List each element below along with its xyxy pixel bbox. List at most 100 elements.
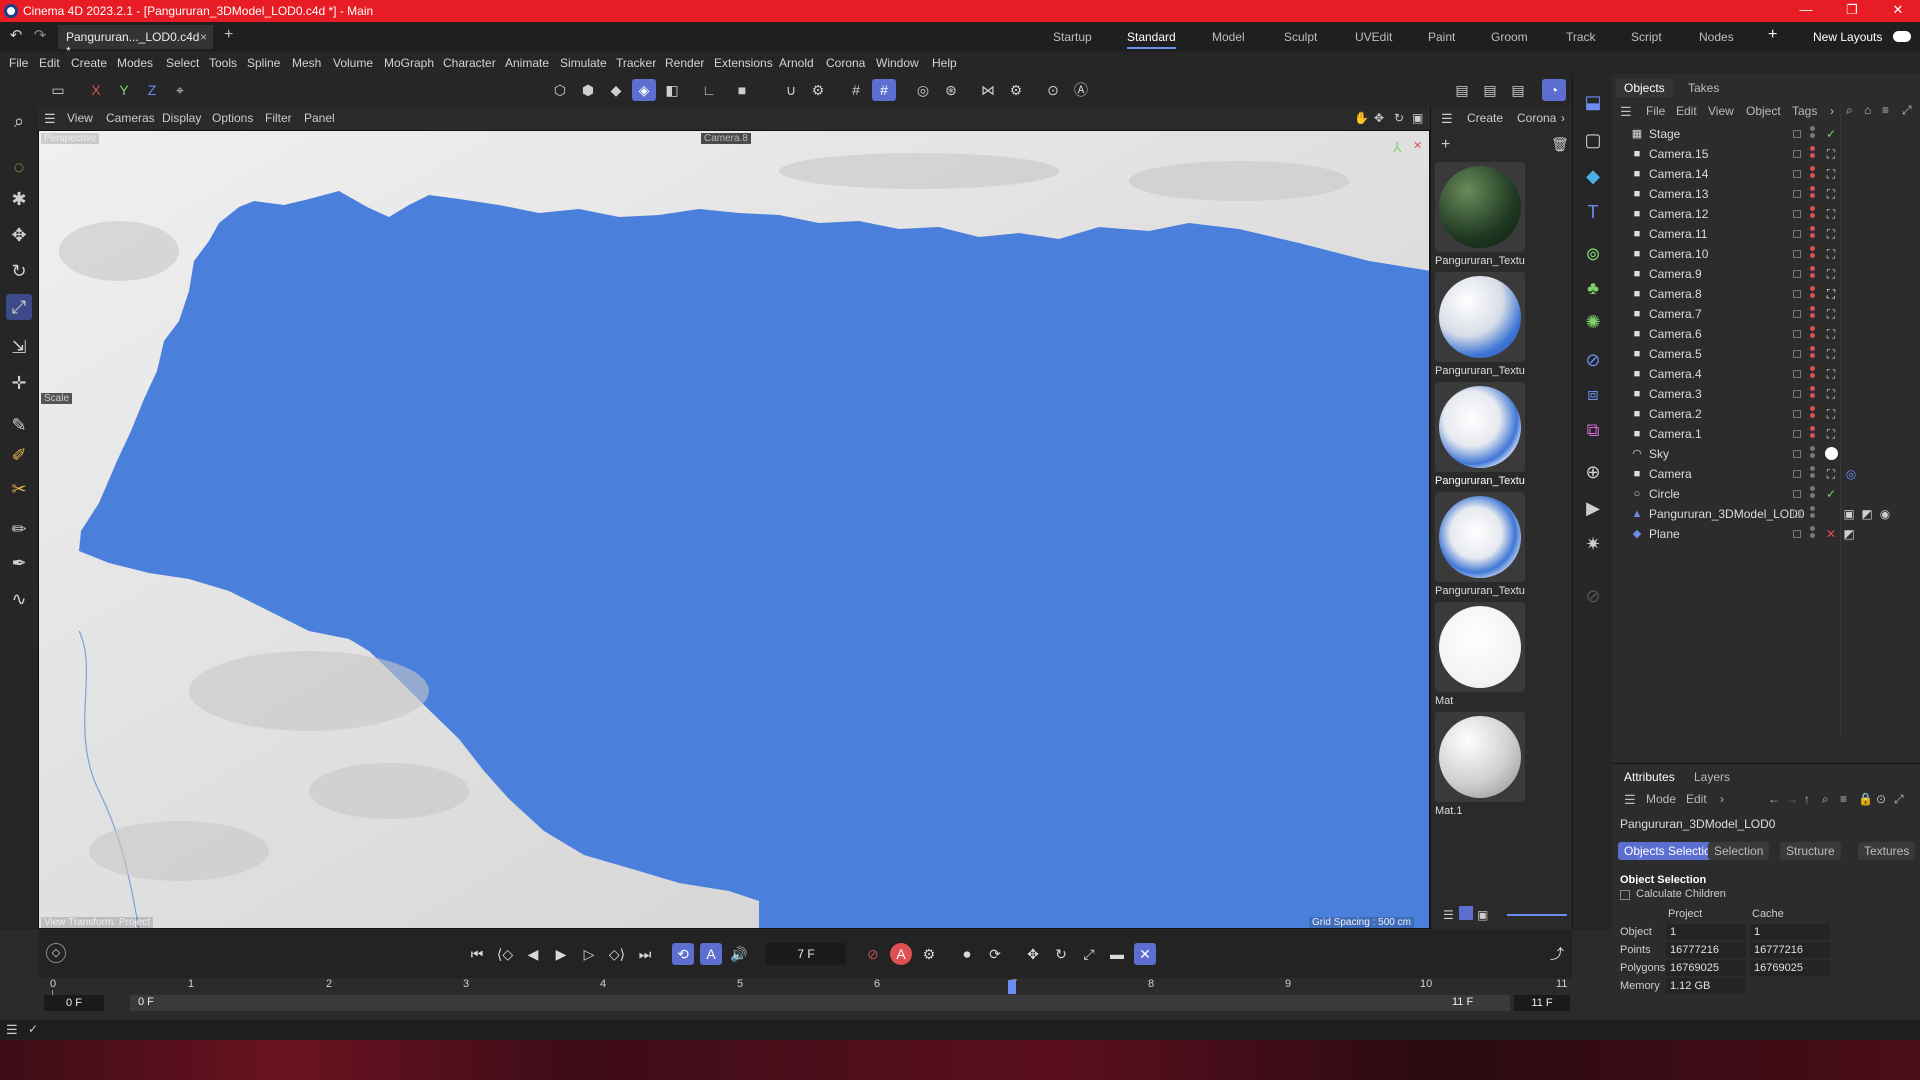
visibility-toggle[interactable]: [1793, 530, 1801, 538]
cloner-icon[interactable]: ♣: [1579, 274, 1607, 302]
attributes-filter-icon[interactable]: ≡: [1834, 790, 1853, 808]
live-selection-icon[interactable]: ◌: [6, 154, 32, 180]
object-row-camera-7[interactable]: ■ Camera.7 ⛶: [1612, 304, 1920, 324]
menu-volume[interactable]: Volume: [333, 56, 373, 70]
menu-simulate[interactable]: Simulate: [560, 56, 607, 70]
editor-render-dots[interactable]: [1810, 366, 1815, 381]
camera-create-icon[interactable]: ▶: [1579, 494, 1607, 522]
layout-model[interactable]: Model: [1212, 30, 1245, 44]
object-row-camera-14[interactable]: ■ Camera.14 ⛶: [1612, 164, 1920, 184]
editor-render-dots[interactable]: [1810, 286, 1815, 301]
visibility-toggle[interactable]: [1793, 390, 1801, 398]
status-hamburger-icon[interactable]: ☰: [6, 1022, 18, 1038]
go-to-start-icon[interactable]: ⏮: [466, 943, 488, 965]
editor-render-dots[interactable]: [1810, 506, 1815, 521]
target-tag-icon[interactable]: ⛶: [1824, 347, 1838, 362]
deformer-icon[interactable]: ✺: [1579, 308, 1607, 336]
viewport-menu-cameras[interactable]: Cameras: [106, 111, 155, 125]
object-row-camera-8[interactable]: ■ Camera.8 ⛶: [1612, 284, 1920, 304]
active-camera-label[interactable]: Camera.8: [701, 133, 751, 144]
editor-render-dots[interactable]: [1810, 306, 1815, 321]
visibility-toggle[interactable]: [1793, 290, 1801, 298]
position-key-icon[interactable]: ✥: [1022, 943, 1044, 965]
object-row-camera[interactable]: ■ Camera ⛶ ◎: [1612, 464, 1920, 484]
material-tag-icon[interactable]: ◩: [1842, 527, 1856, 541]
target-tag-icon[interactable]: ⛶: [1824, 147, 1838, 162]
menu-character[interactable]: Character: [443, 56, 496, 70]
visibility-toggle[interactable]: [1793, 150, 1801, 158]
editor-render-dots[interactable]: [1810, 146, 1815, 161]
layout-toggle-switch[interactable]: [1893, 31, 1911, 42]
editor-render-dots[interactable]: [1810, 326, 1815, 341]
keyframe-icon[interactable]: ◇: [46, 943, 66, 963]
status-check-icon[interactable]: ✓: [28, 1022, 38, 1036]
material-menu-create[interactable]: Create: [1467, 111, 1503, 125]
previous-key-icon[interactable]: ⟨◇: [494, 943, 516, 965]
viewport-menu-panel[interactable]: Panel: [304, 111, 335, 125]
auto-mode-icon[interactable]: Ⓐ: [1069, 79, 1093, 101]
document-tab[interactable]: Pangururan..._LOD0.c4d * ×: [58, 25, 213, 58]
go-to-end-icon[interactable]: ⏭: [634, 943, 656, 965]
objects-menu-view[interactable]: View: [1708, 104, 1734, 118]
attributes-menu-mode[interactable]: Mode: [1640, 790, 1682, 808]
editor-render-dots[interactable]: [1810, 266, 1815, 281]
menu-window[interactable]: Window: [876, 56, 919, 70]
visibility-toggle[interactable]: [1793, 130, 1801, 138]
tab-attributes[interactable]: Attributes: [1618, 768, 1681, 786]
attributes-hamburger-icon[interactable]: ☰: [1618, 790, 1642, 810]
generator-icon[interactable]: ⊚: [1579, 240, 1607, 268]
layout-track[interactable]: Track: [1566, 30, 1596, 44]
objects-menu-file[interactable]: File: [1646, 104, 1665, 118]
scale-tool-icon[interactable]: ⤢: [6, 294, 32, 320]
visibility-toggle[interactable]: [1793, 470, 1801, 478]
visibility-toggle[interactable]: [1793, 450, 1801, 458]
delete-material-icon[interactable]: 🗑: [1551, 136, 1569, 153]
undo-icon[interactable]: ↶: [4, 25, 28, 47]
interactive-render-icon[interactable]: ◔: [1542, 79, 1566, 101]
menu-tools[interactable]: Tools: [209, 56, 237, 70]
model-mode-icon[interactable]: ▭: [46, 79, 70, 101]
disabled-tag-icon[interactable]: ✕: [1824, 527, 1838, 541]
object-row-camera-1[interactable]: ■ Camera.1 ⛶: [1612, 424, 1920, 444]
visibility-toggle[interactable]: [1793, 510, 1801, 518]
object-row-camera-9[interactable]: ■ Camera.9 ⛶: [1612, 264, 1920, 284]
visibility-toggle[interactable]: [1793, 250, 1801, 258]
cube-create-icon[interactable]: ⬓: [1579, 88, 1607, 116]
objects-filter-icon[interactable]: ≡: [1882, 103, 1889, 117]
lock-z-axis-button[interactable]: Z: [140, 79, 164, 101]
rotation-key-icon[interactable]: ↻: [1050, 943, 1072, 965]
knife-tool-icon[interactable]: ✂: [6, 476, 32, 502]
attributes-more-icon[interactable]: ›: [1714, 790, 1730, 808]
objects-hamburger-icon[interactable]: ☰: [1620, 104, 1632, 120]
material-sphere-tag-icon[interactable]: ◉: [1878, 507, 1892, 521]
tab-layers[interactable]: Layers: [1688, 768, 1736, 786]
material-item[interactable]: Pangururan_Textu: [1435, 492, 1527, 597]
target-tag-icon[interactable]: ⛶: [1824, 307, 1838, 322]
menu-corona[interactable]: Corona: [826, 56, 865, 70]
menu-render[interactable]: Render: [665, 56, 704, 70]
sound-icon[interactable]: 🔊: [728, 943, 750, 965]
render-settings-icon[interactable]: ▤: [1506, 79, 1530, 101]
layout-nodes[interactable]: Nodes: [1699, 30, 1734, 44]
timeline-graph-icon[interactable]: ⤴: [1546, 943, 1568, 965]
objects-menu-object[interactable]: Object: [1746, 104, 1781, 118]
editor-render-dots[interactable]: [1810, 126, 1815, 141]
environment-icon[interactable]: ⊕: [1579, 458, 1607, 486]
camera-target-tag-icon[interactable]: ◎: [1844, 467, 1858, 481]
material-item[interactable]: Mat: [1435, 602, 1527, 707]
visibility-toggle[interactable]: [1793, 190, 1801, 198]
scale-key-icon[interactable]: ⤢: [1078, 943, 1100, 965]
smooth-tool-icon[interactable]: ∿: [6, 586, 32, 612]
sky-material-tag-icon[interactable]: [1824, 447, 1838, 463]
layout-startup[interactable]: Startup: [1053, 30, 1092, 44]
menu-select[interactable]: Select: [166, 56, 199, 70]
material-item[interactable]: Pangururan_Textu: [1435, 382, 1527, 487]
preview-size-slider[interactable]: [1507, 914, 1567, 916]
snap-enable-icon[interactable]: #: [872, 79, 896, 101]
previous-frame-icon[interactable]: ◀: [522, 943, 544, 965]
pivot-tool-icon[interactable]: ✛: [6, 370, 32, 396]
new-layouts-label[interactable]: New Layouts: [1813, 30, 1882, 44]
layout-groom[interactable]: Groom: [1491, 30, 1528, 44]
rotate-view-icon[interactable]: ↻: [1394, 111, 1404, 125]
object-row-camera-15[interactable]: ■ Camera.15 ⛶: [1612, 144, 1920, 164]
